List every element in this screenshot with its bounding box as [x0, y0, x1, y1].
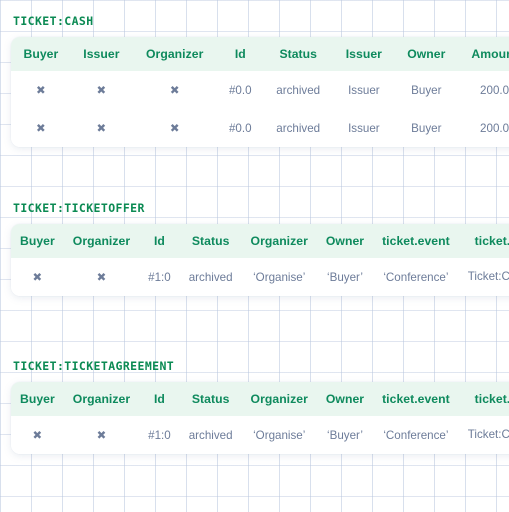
column-header-organizer[interactable]: Organizer [242, 382, 317, 416]
column-header-organizer[interactable]: Organizer [242, 224, 317, 258]
column-header-id[interactable]: Id [217, 37, 263, 71]
page-root: TICKET:CASH Buyer Issuer Organizer Id St… [0, 0, 509, 512]
cell-amount: 200.0 [458, 109, 509, 147]
cell-issuer: Issuer [333, 71, 395, 109]
section-ticket-ticketoffer: TICKET:TICKETOFFER Buyer Organizer Id St… [0, 201, 509, 297]
column-header-ticket-event[interactable]: ticket.event [373, 224, 459, 258]
cell-buyer-x-icon[interactable]: ✖ [11, 416, 64, 455]
column-header-buyer[interactable]: Buyer [11, 37, 71, 71]
column-header-id[interactable]: Id [139, 382, 180, 416]
section-ticket-ticketagreement: TICKET:TICKETAGREEMENT Buyer Organizer I… [0, 359, 509, 455]
cell-organizer-x-icon[interactable]: ✖ [132, 71, 218, 109]
column-header-owner[interactable]: Owner [317, 224, 373, 258]
cell-buyer-x-icon[interactable]: ✖ [11, 71, 71, 109]
table-body-ticket-ticketoffer: ✖ ✖ #1:0 archived ‘Organise’ ‘Buyer’ ‘Co… [11, 258, 509, 297]
cell-status: archived [263, 109, 334, 147]
cell-issuer-x-icon[interactable]: ✖ [70, 109, 133, 147]
table-header-ticket-ticketoffer: Buyer Organizer Id Status Organizer Owne… [11, 224, 509, 258]
table-row[interactable]: ✖ ✖ ✖ #0.0 archived Issuer Buyer 200.0 [11, 109, 509, 147]
table-ticket-ticketoffer: Buyer Organizer Id Status Organizer Owne… [11, 224, 509, 297]
column-header-status[interactable]: Status [263, 37, 333, 71]
section-title-ticket-ticketoffer: TICKET:TICKETOFFER [13, 201, 145, 215]
cell-organizer: ‘Organise’ [241, 416, 317, 455]
table-header-row: Buyer Issuer Organizer Id Status Issuer … [11, 37, 509, 71]
table-ticket-ticketagreement: Buyer Organizer Id Status Organizer Owne… [11, 382, 509, 455]
cell-owner: Buyer [394, 109, 459, 147]
column-header-issuer-flag[interactable]: Issuer [71, 37, 132, 71]
section-title-ticket-cash: TICKET:CASH [13, 14, 94, 28]
section-ticket-cash: TICKET:CASH Buyer Issuer Organizer Id St… [0, 14, 509, 147]
cell-amount: 200.0 [458, 71, 509, 109]
cell-ticket-event: ‘Conference’ [373, 416, 459, 455]
cell-issuer: Issuer [333, 109, 395, 147]
cell-id: #1:0 [139, 258, 180, 297]
cell-owner: ‘Buyer’ [316, 258, 374, 297]
table-card-ticket-cash: Buyer Issuer Organizer Id Status Issuer … [11, 37, 509, 147]
column-header-organizer-flag[interactable]: Organizer [132, 37, 217, 71]
cell-organizer-x-icon[interactable]: ✖ [63, 258, 140, 297]
cell-id: #0.0 [217, 109, 264, 147]
column-header-amount[interactable]: Amount [458, 37, 509, 71]
column-header-status[interactable]: Status [180, 224, 242, 258]
cell-organizer: ‘Organise’ [241, 258, 317, 297]
cell-issuer-x-icon[interactable]: ✖ [70, 71, 133, 109]
column-header-status[interactable]: Status [180, 382, 242, 416]
table-body-ticket-ticketagreement: ✖ ✖ #1:0 archived ‘Organise’ ‘Buyer’ ‘Co… [11, 416, 509, 455]
cell-organizer-x-icon[interactable]: ✖ [132, 109, 218, 147]
column-header-ticket-c[interactable]: ticket.c [459, 224, 509, 258]
column-header-owner[interactable]: Owner [395, 37, 459, 71]
cell-id: #0.0 [217, 71, 264, 109]
column-header-organizer-flag[interactable]: Organizer [64, 382, 139, 416]
cell-status: archived [263, 71, 334, 109]
table-ticket-cash: Buyer Issuer Organizer Id Status Issuer … [11, 37, 509, 147]
cell-buyer-x-icon[interactable]: ✖ [11, 109, 71, 147]
column-header-owner[interactable]: Owner [317, 382, 373, 416]
column-header-organizer-flag[interactable]: Organizer [64, 224, 139, 258]
cell-ticket-event: ‘Conference’ [373, 258, 459, 297]
column-header-buyer[interactable]: Buyer [11, 224, 64, 258]
cell-organizer-x-icon[interactable]: ✖ [63, 416, 140, 455]
column-header-issuer[interactable]: Issuer [333, 37, 394, 71]
cell-owner: ‘Buyer’ [316, 416, 374, 455]
table-card-ticket-ticketagreement: Buyer Organizer Id Status Organizer Owne… [11, 382, 509, 455]
column-header-ticket-c[interactable]: ticket.c [459, 382, 509, 416]
table-row[interactable]: ✖ ✖ #1:0 archived ‘Organise’ ‘Buyer’ ‘Co… [11, 258, 509, 297]
column-header-ticket-event[interactable]: ticket.event [373, 382, 459, 416]
table-header-row: Buyer Organizer Id Status Organizer Owne… [11, 224, 509, 258]
column-header-buyer[interactable]: Buyer [11, 382, 64, 416]
table-body-ticket-cash: ✖ ✖ ✖ #0.0 archived Issuer Buyer 200.0 ✖… [11, 71, 509, 147]
cell-status: archived [179, 416, 242, 455]
cell-ticket-c: Ticket:C VI [458, 416, 509, 455]
table-card-ticket-ticketoffer: Buyer Organizer Id Status Organizer Owne… [11, 224, 509, 297]
table-row[interactable]: ✖ ✖ ✖ #0.0 archived Issuer Buyer 200.0 [11, 71, 509, 109]
cell-buyer-x-icon[interactable]: ✖ [11, 258, 64, 297]
table-header-row: Buyer Organizer Id Status Organizer Owne… [11, 382, 509, 416]
column-header-id[interactable]: Id [139, 224, 180, 258]
cell-ticket-c: Ticket:C VI [458, 258, 509, 297]
table-header-ticket-ticketagreement: Buyer Organizer Id Status Organizer Owne… [11, 382, 509, 416]
table-row[interactable]: ✖ ✖ #1:0 archived ‘Organise’ ‘Buyer’ ‘Co… [11, 416, 509, 455]
cell-owner: Buyer [394, 71, 459, 109]
cell-id: #1:0 [139, 416, 180, 455]
section-title-ticket-ticketagreement: TICKET:TICKETAGREEMENT [13, 359, 175, 373]
table-header-ticket-cash: Buyer Issuer Organizer Id Status Issuer … [11, 37, 509, 71]
cell-status: archived [179, 258, 242, 297]
